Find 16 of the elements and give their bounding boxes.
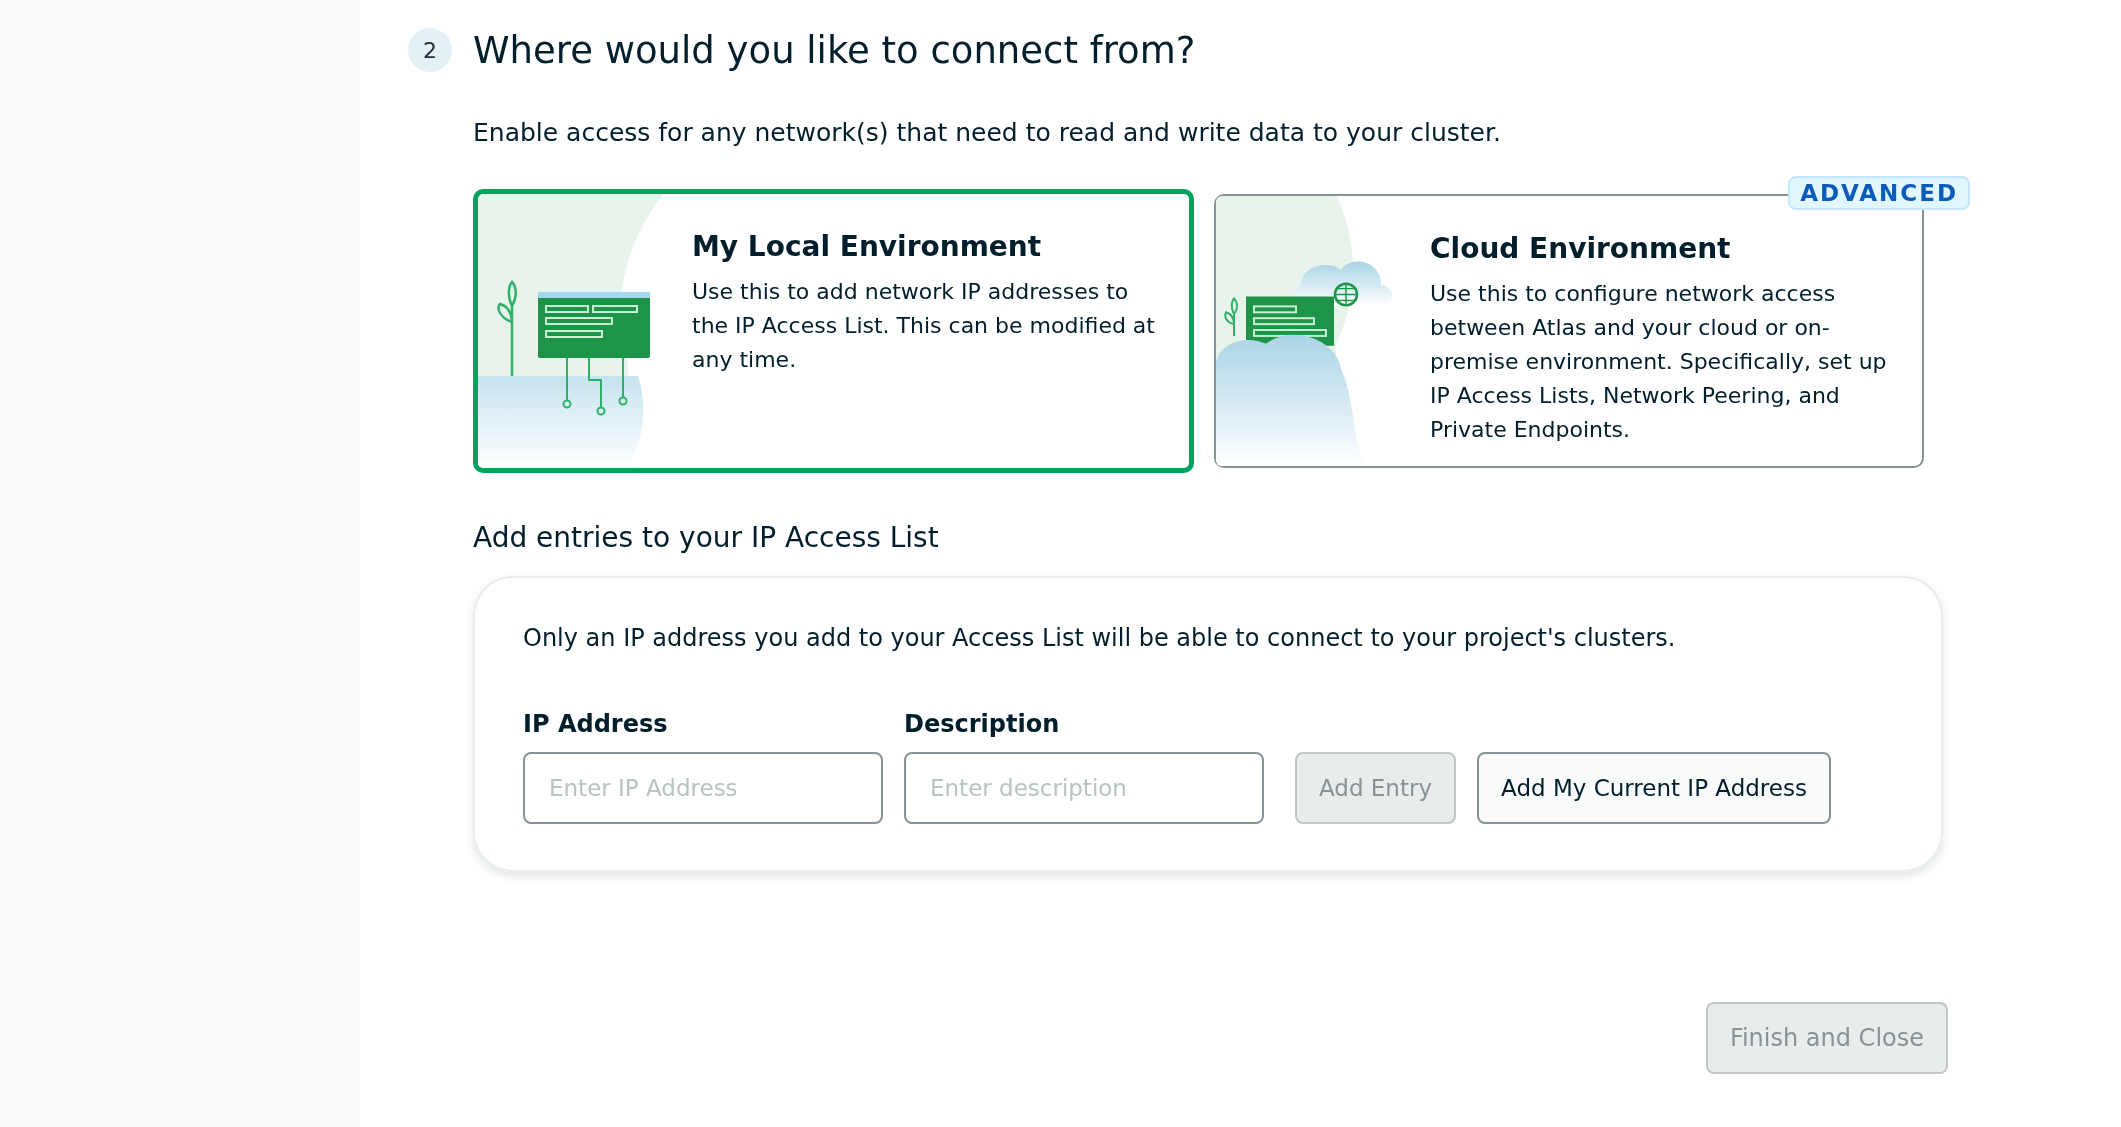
- option-title: Cloud Environment: [1430, 232, 1732, 265]
- input-field[interactable]: Enter IP Address: [523, 752, 883, 824]
- field-label: IP Address: [523, 710, 669, 738]
- section-title: Add entries to your IP Access List: [473, 521, 940, 554]
- access-list-note: Only an IP address you add to your Access List will be able to connect to your project's clusters.: [523, 624, 1677, 652]
- step-title: Where would you like to connect from?: [473, 28, 1196, 72]
- environment-option-card[interactable]: My Local Environment Use this to add network IP addresses to the IP Access List. This can be modified at any time.: [473, 189, 1194, 473]
- step-number: 2: [408, 28, 452, 72]
- input-field[interactable]: Enter description: [904, 752, 1264, 824]
- field-label: Description: [904, 710, 1061, 738]
- option-description: Use this to add network IP addresses to the IP Access List. This can be modified at any time.: [692, 278, 1156, 374]
- option-description: Use this to configure network access between Atlas and your cloud or on-premise environment. Specifically, set up IP Access Lists, Network Peering, and Private Endpoints.: [1430, 280, 1888, 444]
- intro-text: Enable access for any network(s) that need to read and write data to your cluster.: [473, 118, 1502, 147]
- advanced-badge: ADVANCED: [1788, 176, 1970, 210]
- option-title: My Local Environment: [692, 230, 1043, 263]
- add-current-ip-button[interactable]: Add My Current IP Address: [1477, 752, 1831, 824]
